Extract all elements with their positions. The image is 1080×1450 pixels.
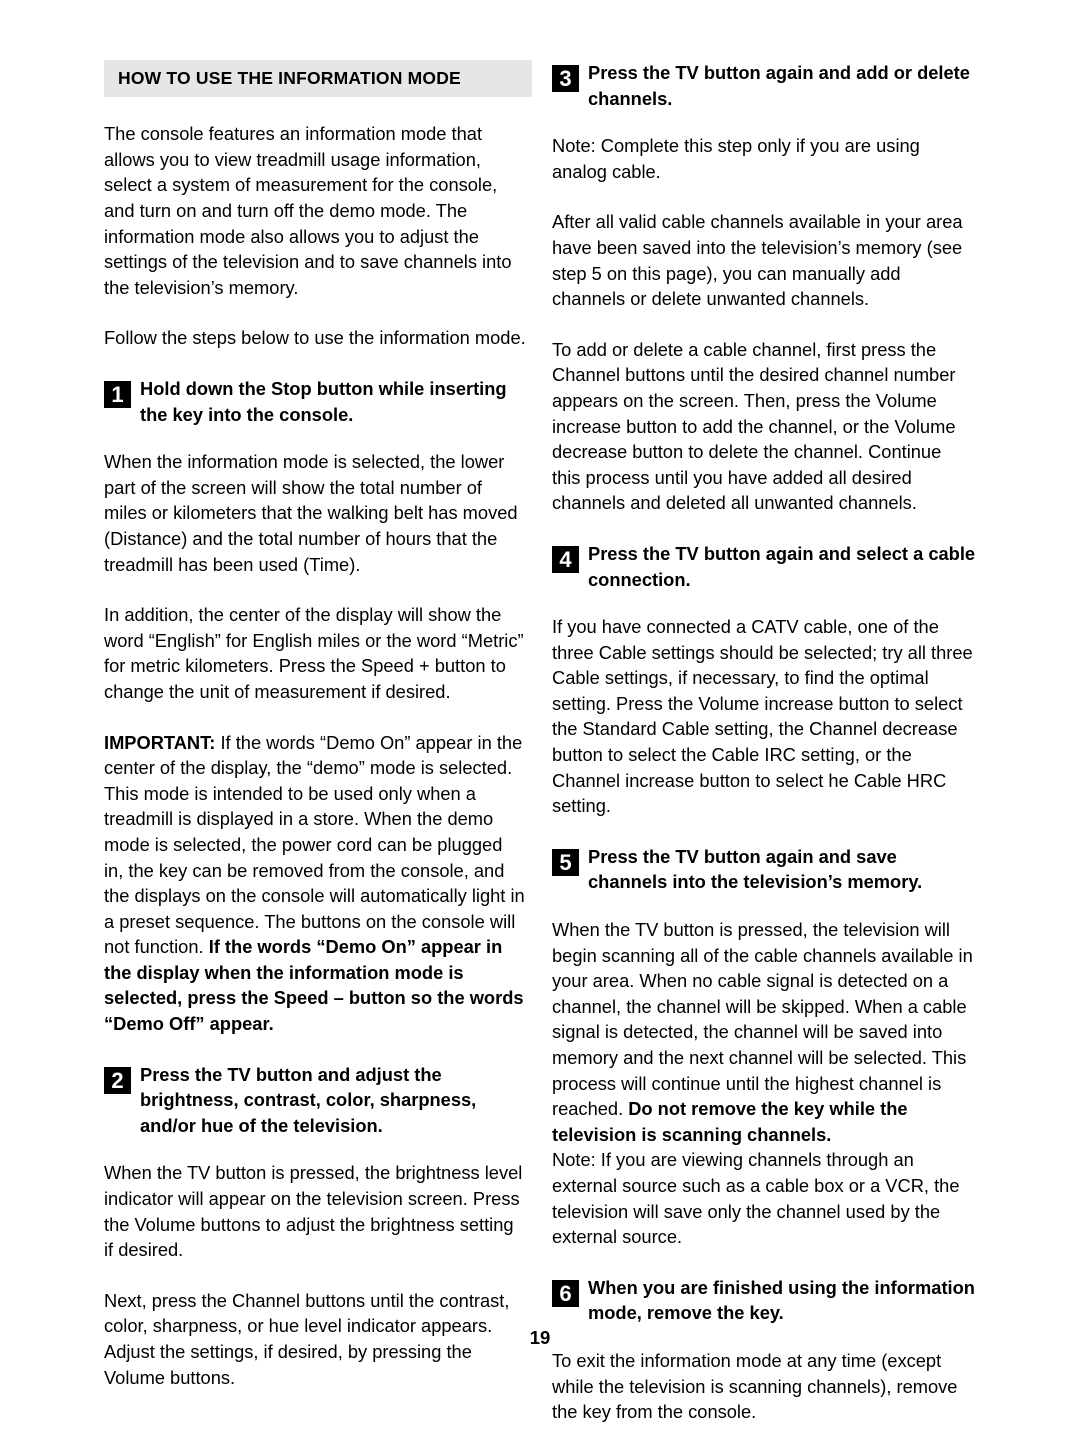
intro-paragraph-2: Follow the steps below to use the inform… [104, 327, 526, 349]
page-number: 19 [529, 1327, 551, 1348]
step-5-number: 5 [552, 848, 579, 876]
important-label: IMPORTANT: [104, 731, 216, 753]
step-3-paragraph-2: After all valid cable channels available… [552, 211, 963, 310]
step-2-title: Press the TV button and adjust the brigh… [140, 1063, 477, 1136]
step-1-title: Hold down the Stop button while insertin… [140, 378, 507, 425]
step-4-paragraph-1: If you have connected a CATV cable, one … [552, 616, 973, 817]
step-3-paragraph-1: Note: Complete this step only if you are… [552, 135, 920, 182]
section-header: HOW TO USE THE INFORMATION MODE [104, 60, 532, 98]
step-1-paragraph-1: When the information mode is selected, t… [104, 451, 518, 575]
step-2-paragraph-1: When the TV button is pressed, the brigh… [104, 1162, 523, 1261]
step-6: 6 When you are finished using the inform… [552, 1275, 980, 1326]
step-6-number: 6 [552, 1279, 579, 1307]
step-5-title: Press the TV button again and save chann… [588, 845, 923, 893]
step-6-title: When you are finished using the informat… [588, 1276, 975, 1324]
step-5-paragraph-1-head: When the TV button is pressed, the telev… [552, 919, 973, 1120]
left-column: HOW TO USE THE INFORMATION MODE The cons… [104, 60, 532, 1415]
step-3-title: Press the TV button again and add or del… [588, 62, 970, 109]
step-5: 5 Press the TV button again and save cha… [552, 844, 980, 895]
step-4-number: 4 [552, 545, 579, 573]
step-5-paragraph-1: When the TV button is pressed, the telev… [552, 917, 974, 1147]
step-2-number: 2 [104, 1066, 131, 1094]
step-1-number: 1 [104, 381, 131, 408]
manual-page: HOW TO USE THE INFORMATION MODE The cons… [0, 0, 1080, 1422]
step-3: 3 Press the TV button again and add or d… [552, 60, 980, 111]
step-4: 4 Press the TV button again and select a… [552, 541, 980, 592]
step-3-number: 3 [552, 65, 579, 92]
step-2: 2 Press the TV button and adjust the bri… [104, 1062, 532, 1139]
right-column: 3 Press the TV button again and add or d… [552, 60, 980, 1450]
step-3-paragraph-3: To add or delete a cable channel, first … [552, 338, 956, 514]
step-6-paragraph-1: To exit the information mode at any time… [552, 1349, 958, 1423]
step-4-title: Press the TV button again and select a c… [588, 542, 976, 590]
step-1: 1 Hold down the Stop button while insert… [104, 376, 532, 427]
step-5-paragraph-2: Note: If you are viewing channels throug… [552, 1149, 960, 1248]
step-1-important-paragraph: IMPORTANT: If the words “Demo On” appear… [104, 730, 526, 1037]
step-1-paragraph-2: In addition, the center of the display w… [104, 604, 524, 702]
important-body: If the words “Demo On” appear in the cen… [104, 731, 525, 958]
intro-paragraph-1: The console features an information mode… [104, 123, 512, 298]
